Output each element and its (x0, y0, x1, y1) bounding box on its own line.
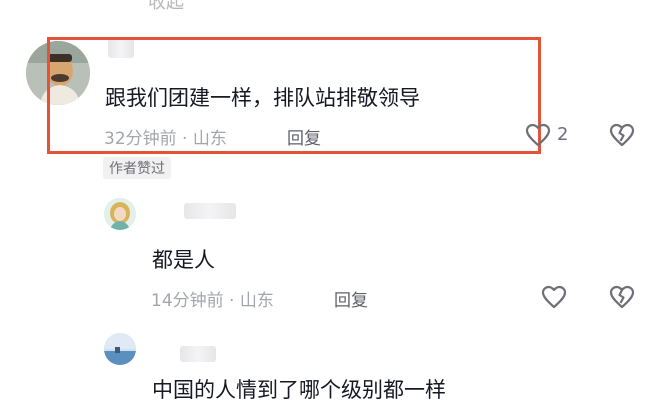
author-liked-badge: 作者赞过 (103, 157, 171, 179)
like-button[interactable] (540, 283, 568, 311)
like-button[interactable] (524, 121, 552, 149)
username-redacted (180, 346, 216, 362)
broken-heart-icon (609, 123, 635, 147)
dislike-button[interactable] (608, 121, 636, 149)
username-redacted (184, 203, 236, 219)
broken-heart-icon (609, 285, 635, 309)
comment-text: 跟我们团建一样，排队站排敬领导 (105, 86, 420, 110)
reply-button[interactable]: 回复 (334, 286, 368, 311)
comment-text: 都是人 (152, 248, 215, 272)
comment-meta: 14分钟前 · 山东 (151, 291, 274, 311)
heart-outline-icon (525, 123, 551, 147)
reply-button[interactable]: 回复 (287, 124, 321, 149)
avatar[interactable] (104, 333, 136, 365)
collapse-link[interactable]: 收起 (148, 0, 184, 14)
dislike-button[interactable] (608, 283, 636, 311)
avatar[interactable] (104, 198, 136, 230)
comment-text: 中国的人情到了哪个级别都一样 (152, 378, 446, 402)
avatar-image (104, 333, 136, 365)
like-count: 2 (557, 124, 569, 145)
heart-outline-icon (541, 285, 567, 309)
comment-meta: 32分钟前 · 山东 (104, 129, 227, 149)
avatar-image (104, 198, 136, 230)
